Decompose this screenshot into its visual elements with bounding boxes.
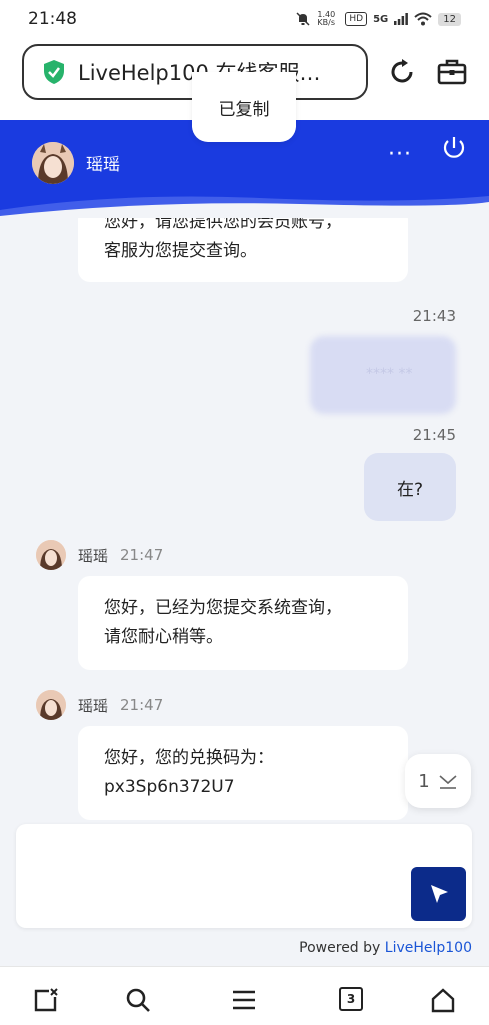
agent-message-bubble: 您好，已经为您提交系统查询， 请您耐心稍等。 bbox=[78, 576, 408, 670]
message-text: 您好，请您提供您的会员账号， bbox=[104, 218, 342, 232]
close-tab-icon[interactable] bbox=[33, 987, 59, 1013]
menu-icon[interactable] bbox=[231, 987, 257, 1013]
powered-by-label: Powered by bbox=[299, 940, 385, 956]
powered-by-link[interactable]: LiveHelp100 bbox=[385, 940, 472, 956]
scroll-to-bottom-button[interactable]: 1 bbox=[405, 754, 471, 808]
powered-by: Powered by LiveHelp100 bbox=[299, 940, 472, 956]
tabs-count: 3 bbox=[346, 992, 356, 1006]
agent-meta: 瑶瑶 21:47 bbox=[36, 540, 163, 570]
battery-icon: 12 bbox=[438, 12, 461, 26]
send-icon bbox=[430, 885, 448, 903]
message-text: 客服为您提交查询。 bbox=[104, 241, 257, 261]
signal-icon bbox=[394, 13, 409, 25]
toolbox-icon[interactable] bbox=[436, 56, 468, 88]
shield-check-icon bbox=[44, 60, 64, 84]
search-icon[interactable] bbox=[125, 987, 151, 1013]
message-text: 您好，已经为您提交系统查询， bbox=[104, 598, 342, 618]
agent-message-bubble: 您好，请您提供您的会员账号， 客服为您提交查询。 bbox=[78, 218, 408, 282]
status-bar: 21:48 1.40 KB/s HD 5G 12 bbox=[0, 0, 489, 38]
message-time: 21:45 bbox=[412, 426, 456, 444]
power-icon[interactable] bbox=[440, 134, 468, 162]
agent-avatar bbox=[36, 540, 66, 570]
browser-nav-bar: 3 bbox=[0, 966, 489, 1025]
more-options-button[interactable]: ··· bbox=[388, 142, 412, 167]
redeem-code-text[interactable]: px3Sp6n372U7 bbox=[104, 773, 382, 802]
message-composer bbox=[16, 824, 472, 928]
status-time: 21:48 bbox=[28, 9, 77, 29]
refresh-icon[interactable] bbox=[386, 56, 418, 88]
agent-meta: 瑶瑶 21:47 bbox=[36, 690, 163, 720]
send-button[interactable] bbox=[411, 867, 466, 921]
signal-label: 5G bbox=[373, 13, 389, 25]
mute-icon bbox=[296, 12, 310, 26]
message-text: 在? bbox=[396, 479, 424, 500]
agent-avatar bbox=[36, 690, 66, 720]
message-time: 21:47 bbox=[120, 546, 164, 564]
message-text: 您好，您的兑换码为： bbox=[104, 748, 274, 768]
agent-message-bubble: 您好，您的兑换码为： px3Sp6n372U7 bbox=[78, 726, 408, 820]
user-message-bubble: 在? bbox=[364, 453, 456, 521]
tabs-button[interactable]: 3 bbox=[339, 987, 363, 1011]
message-time: 21:43 bbox=[412, 307, 456, 325]
wifi-icon bbox=[414, 12, 432, 26]
status-icons: 1.40 KB/s HD 5G 12 bbox=[295, 11, 461, 27]
chevron-down-icon bbox=[439, 775, 457, 789]
message-text: 请您耐心稍等。 bbox=[104, 627, 223, 647]
agent-name: 瑶瑶 bbox=[78, 546, 109, 565]
agent-name: 瑶瑶 bbox=[78, 696, 109, 715]
agent-name: 瑶瑶 bbox=[86, 155, 120, 175]
unread-count: 1 bbox=[418, 770, 430, 792]
home-icon[interactable] bbox=[430, 987, 456, 1013]
copied-toast: 已复制 bbox=[192, 72, 296, 142]
message-list[interactable]: 您好，请您提供您的会员账号， 客服为您提交查询。 21:43 **** ** 2… bbox=[0, 218, 489, 822]
message-time: 21:47 bbox=[120, 696, 164, 714]
message-input[interactable] bbox=[28, 834, 412, 918]
hd-badge: HD bbox=[345, 12, 368, 26]
header-wave bbox=[0, 196, 489, 218]
net-speed: 1.40 KB/s bbox=[317, 10, 336, 27]
agent-avatar bbox=[32, 142, 74, 184]
blurred-message-text: **** ** bbox=[366, 366, 413, 382]
